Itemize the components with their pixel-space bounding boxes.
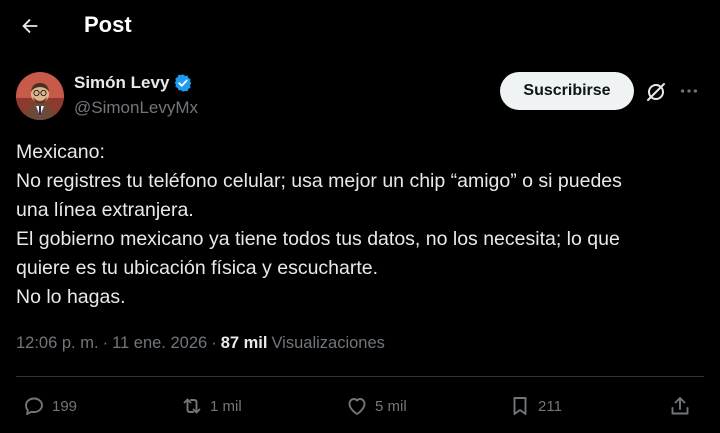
post-date[interactable]: 11 ene. 2026: [112, 332, 207, 354]
repost-count: 1 mil: [210, 397, 242, 415]
author-name-row: Simón Levy: [74, 72, 193, 94]
views-count[interactable]: 87 mil: [221, 332, 268, 354]
like-icon: [348, 398, 366, 415]
like-button[interactable]: 5 mil: [345, 394, 407, 418]
author-name[interactable]: Simón Levy: [74, 72, 169, 94]
grok-icon[interactable]: [644, 80, 668, 104]
bookmark-button[interactable]: 211: [508, 394, 562, 418]
back-button[interactable]: [16, 12, 44, 40]
post-line: El gobierno mexicano ya tiene todos tus …: [16, 228, 620, 250]
post-line: quiere es tu ubicación física y escuchar…: [16, 257, 379, 279]
post-line: Mexicano:: [16, 141, 105, 163]
post-line: No registres tu teléfono celular; usa me…: [16, 170, 622, 192]
repost-button[interactable]: 1 mil: [180, 394, 242, 418]
page-title: Post: [84, 12, 132, 37]
reply-button[interactable]: 199: [22, 394, 77, 418]
bookmark-icon: [513, 397, 527, 415]
post-line: una línea extranjera.: [16, 199, 194, 221]
subscribe-button[interactable]: Suscribirse: [500, 72, 634, 110]
avatar-illustration: [16, 72, 64, 120]
like-count: 5 mil: [375, 397, 407, 415]
post-meta: 12:06 p. m. · 11 ene. 2026 · 87 mil Visu…: [16, 332, 385, 354]
action-bar: 199 1 mil 5 mil 211: [0, 390, 720, 424]
author-handle[interactable]: @SimonLevyMx: [74, 97, 198, 119]
bookmark-count: 211: [538, 397, 562, 415]
meta-separator: ·: [102, 334, 109, 352]
repost-icon: [183, 398, 201, 414]
post-line: No lo hagas.: [16, 286, 126, 308]
meta-separator: ·: [211, 334, 217, 352]
share-button[interactable]: [668, 394, 692, 418]
avatar[interactable]: [16, 72, 64, 120]
back-arrow-icon: [22, 18, 38, 34]
views-label[interactable]: Visualizaciones: [271, 332, 384, 354]
post-time[interactable]: 12:06 p. m.: [16, 332, 99, 354]
divider: [16, 376, 704, 377]
more-options-icon[interactable]: [678, 80, 700, 102]
reply-count: 199: [52, 397, 78, 415]
top-bar: Post: [0, 0, 720, 52]
reply-icon: [25, 397, 43, 415]
share-icon: [671, 397, 689, 415]
post-text: Mexicano: No registres tu teléfono celul…: [16, 138, 706, 312]
verified-badge-icon[interactable]: [173, 73, 193, 93]
